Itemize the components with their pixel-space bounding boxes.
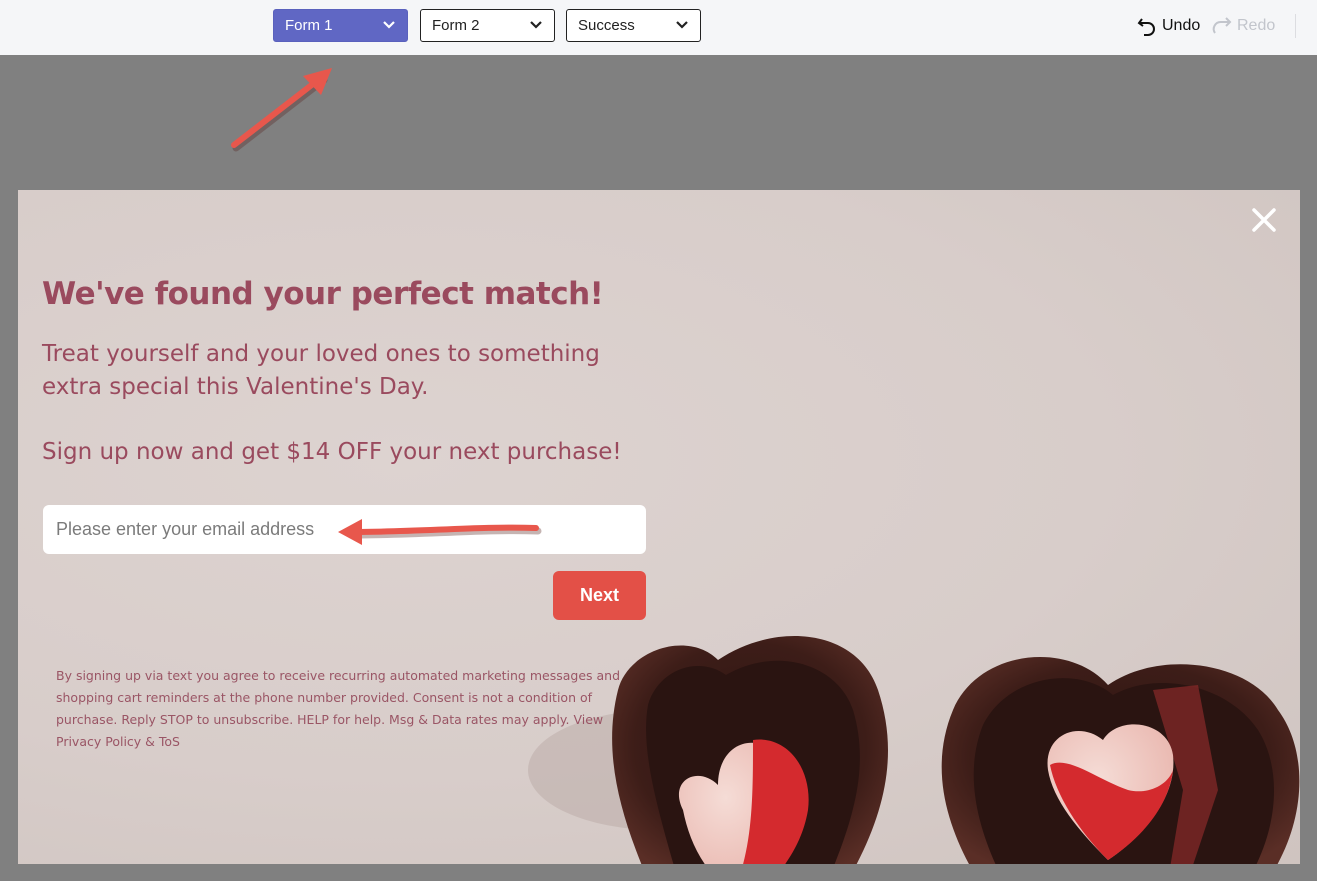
next-button[interactable]: Next (553, 571, 646, 620)
popup-headline: We've found your perfect match! (42, 276, 604, 312)
chevron-down-icon (530, 21, 542, 29)
form-1-select[interactable]: Form 1 (273, 9, 408, 42)
popup-body: Treat yourself and your loved ones to so… (42, 341, 600, 400)
chevron-down-icon (383, 21, 395, 29)
sms-disclaimer: By signing up via text you agree to rece… (56, 665, 641, 753)
redo-button[interactable]: Redo (1211, 14, 1275, 38)
chevron-down-icon (676, 21, 688, 29)
undo-label: Undo (1162, 17, 1201, 34)
form-1-label: Form 1 (285, 17, 333, 34)
close-icon[interactable] (1250, 206, 1278, 234)
success-select[interactable]: Success (566, 9, 701, 42)
form-2-label: Form 2 (432, 17, 480, 34)
undo-icon (1137, 18, 1155, 36)
redo-label: Redo (1237, 17, 1276, 34)
email-input[interactable] (43, 505, 646, 554)
popup-offer: Sign up now and get $14 OFF your next pu… (42, 439, 622, 465)
disclaimer-text: By signing up via text you agree to rece… (56, 668, 621, 727)
success-label: Success (578, 17, 635, 34)
signup-popup: We've found your perfect match! Treat yo… (18, 190, 1300, 864)
editor-toolbar: Form 1 Form 2 Success Undo Redo (0, 0, 1317, 55)
annotation-arrow-form1 (231, 68, 332, 152)
form-2-select[interactable]: Form 2 (420, 9, 555, 42)
toolbar-divider (1295, 14, 1296, 38)
undo-button[interactable]: Undo (1136, 14, 1200, 38)
redo-icon (1212, 17, 1232, 34)
